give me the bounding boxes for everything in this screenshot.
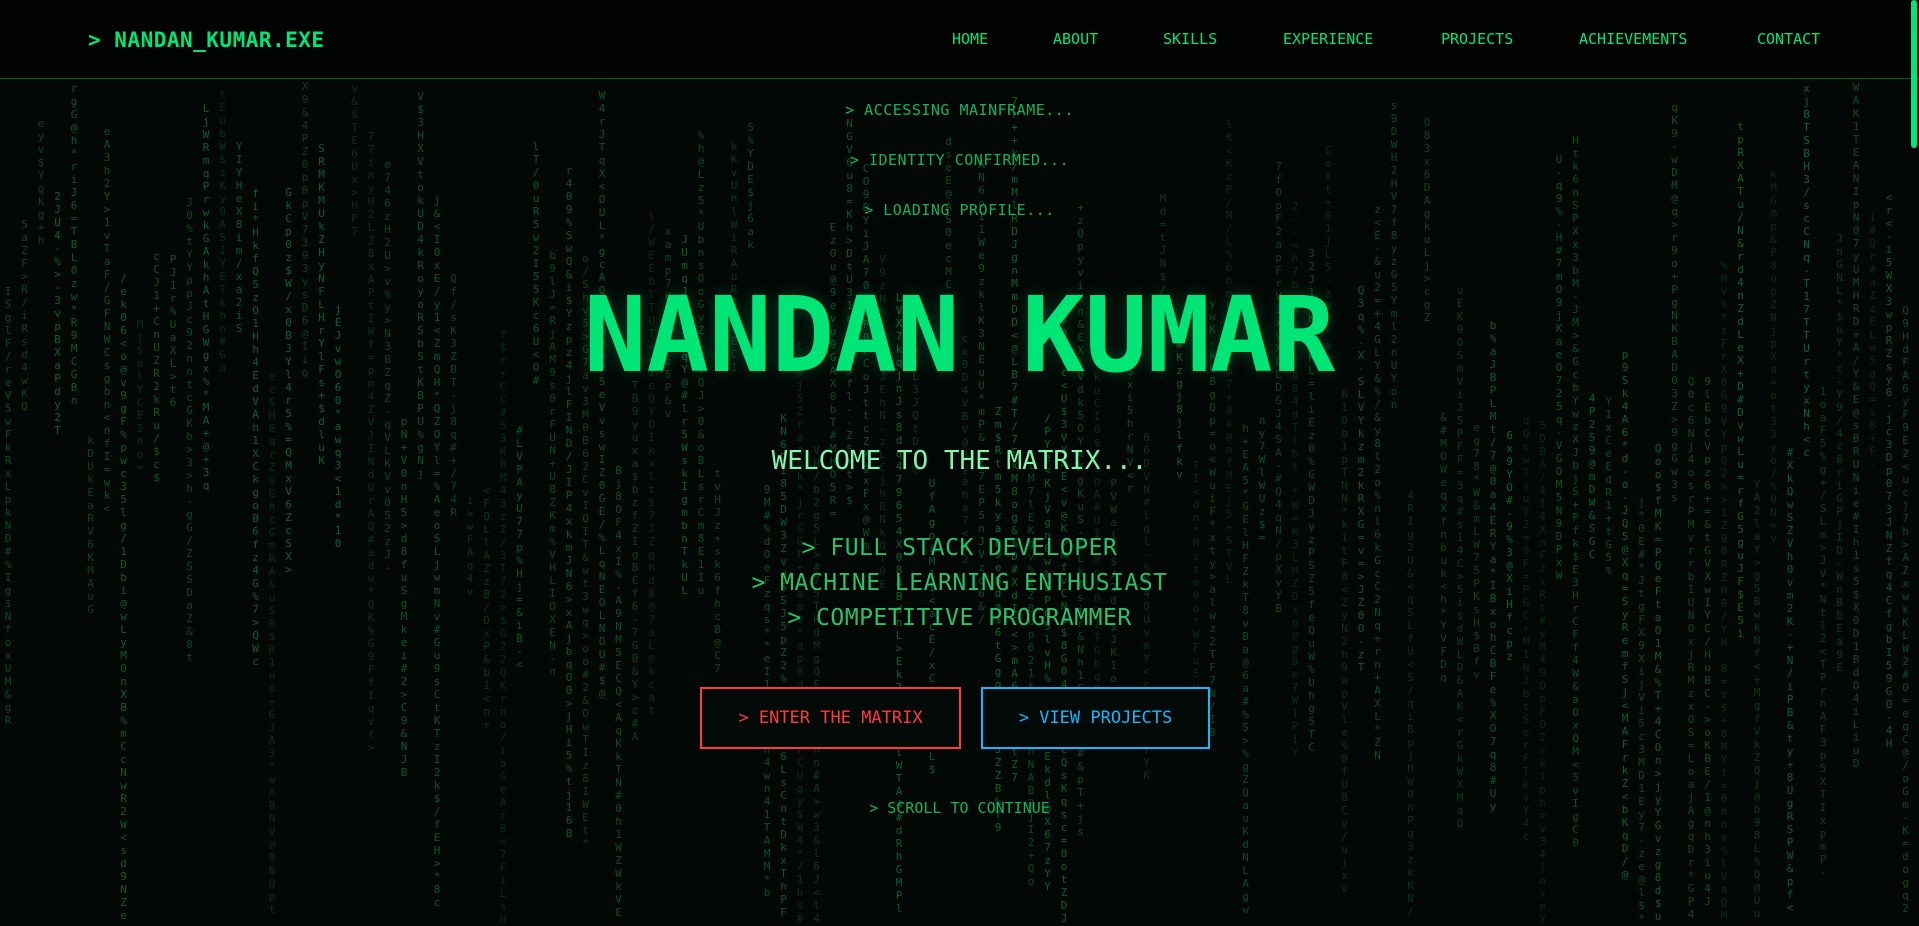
status-line-loading: > LOADING PROFILE...	[864, 201, 1055, 219]
rain-column: B j 8 O F 4 x I % - A 9 N M 5 E C Q < A …	[615, 464, 622, 919]
rain-column: 7 r + + k / m M l R D J g n M m D D < @ …	[1011, 95, 1018, 784]
enter-matrix-button-label: > ENTER THE MATRIX	[738, 708, 923, 728]
role-machine-learning: > MACHINE LEARNING ENTHUSIAST	[751, 570, 1168, 596]
rain-column: 5 D B A / 4 I 4 X n F J x R t # y M 4 9 …	[1539, 419, 1546, 926]
rain-column: H t k 6 n S P X x 3 b M - J M > & G c b …	[1572, 134, 1579, 849]
nav-link-contact[interactable]: CONTACT	[1757, 30, 1820, 48]
role-full-stack: > FULL STACK DEVELOPER	[801, 535, 1118, 561]
rain-column: / P Y e < K j V g n 6 w % 8 P O 5 l v H …	[1044, 412, 1051, 893]
nav-link-about[interactable]: ABOUT	[1053, 30, 1098, 48]
rain-column: n y 7 W l W U z $ =	[1258, 414, 1266, 544]
view-projects-button-label: > VIEW PROJECTS	[1018, 708, 1173, 728]
rain-column: r 4 0 9 % S w Q & i $ Y z p z 4 j l F I …	[565, 164, 573, 840]
rain-column: 5 % Y D E $ j 6 a k	[747, 121, 754, 251]
hero-welcome: WELCOME TO THE MATRIX...	[771, 446, 1148, 476]
site-logo[interactable]: > NANDAN_KUMAR.EXE	[88, 28, 325, 52]
rain-column: V H / b 2 g 5 L > # 7 5 T H d M g Q F R …	[813, 444, 820, 925]
nav-link-skills[interactable]: SKILLS	[1163, 30, 1217, 48]
rain-column: e y v $ Y g k g + h	[37, 117, 45, 247]
status-line-accessing: > ACCESSING MAINFRAME...	[845, 101, 1074, 119]
rain-column: T B 9 y u x a $ b z f Z I g B C f 6 - 7 …	[631, 379, 639, 743]
nav-link-projects[interactable]: PROJECTS	[1441, 30, 1513, 48]
view-projects-button[interactable]: > VIEW PROJECTS	[981, 687, 1210, 749]
nav-link-home[interactable]: HOME	[952, 30, 988, 48]
nav-link-achievements[interactable]: ACHIEVEMENTS	[1579, 30, 1687, 48]
rain-column: Q o o $ f M K = P Q e F t a O 1 M & % T …	[1654, 442, 1662, 923]
rain-column: C Z O j 5 Z r a 4 6 k * j r G G F + C a …	[796, 340, 804, 925]
page-scrollbar-thumb[interactable]	[1911, 0, 1917, 148]
enter-matrix-button[interactable]: > ENTER THE MATRIX	[700, 687, 961, 749]
hero-name: NANDAN KUMAR	[583, 274, 1336, 396]
rain-column: # X k Q w S Z V h 0 v m 2 K - + N / i P …	[1786, 446, 1794, 914]
scroll-hint[interactable]: > SCROLL TO CONTINUE	[0, 799, 1919, 817]
role-competitive-programmer: > COMPETITIVE PROGRAMMER	[787, 605, 1132, 631]
rain-column: o I M 7 l E K g v % Z Z 0 u p 6 2 1 t D …	[1027, 446, 1035, 888]
nav-link-experience[interactable]: EXPERIENCE	[1283, 30, 1373, 48]
rain-column: K N 6 D i 8 5 D W 3 Z v d 5 S J 5 p Z 2 …	[780, 412, 787, 919]
status-line-identity: > IDENTITY CONFIRMED...	[849, 151, 1070, 169]
rain-column: h + E A 5 * G E l H F Z k T 8 v B a @ 6 …	[1242, 422, 1249, 916]
rain-column: W A K 1 T E A N I p N 0 7 y U M H R D + …	[1852, 81, 1860, 770]
navbar: > NANDAN_KUMAR.EXE HOME ABOUT SKILLS EXP…	[0, 0, 1919, 79]
rain-column: x j B T S B H 3 / s c C N q - T 1 7 T T …	[1803, 82, 1810, 459]
rain-column: 7 7 i n y H 2 L J 8 x A P t I W f = p m …	[367, 130, 375, 754]
